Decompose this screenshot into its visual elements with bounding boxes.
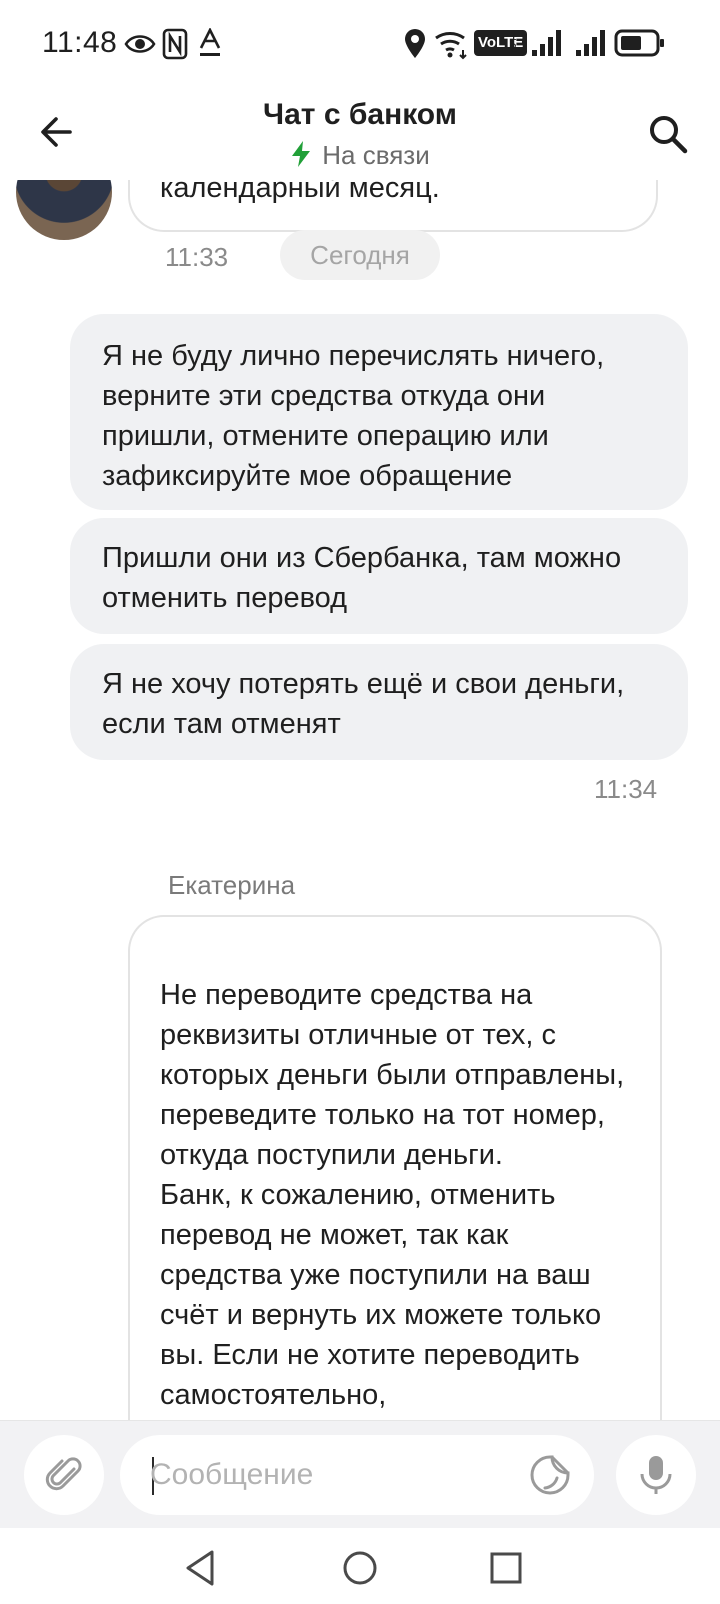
online-status-label: На связи xyxy=(322,140,430,170)
status-bar: 11:48 VoLTE 1 2 xyxy=(0,0,720,88)
operator-avatar xyxy=(16,180,112,240)
online-status: На связи xyxy=(0,140,720,171)
sticker-button[interactable] xyxy=(526,1451,574,1499)
signal-sim1-icon xyxy=(532,30,561,56)
battery-icon xyxy=(614,29,664,57)
message-time: 11:33 xyxy=(165,242,229,272)
message-text: Не переводите средства на реквизиты отли… xyxy=(160,979,625,1411)
paperclip-icon xyxy=(45,1457,82,1491)
outgoing-message[interactable]: Я не хочу потерять ещё и свои деньги, ес… xyxy=(70,644,688,760)
status-time: 11:48 xyxy=(42,26,118,59)
message-text: календарный месяц. xyxy=(160,180,440,204)
outgoing-message[interactable]: Пришли они из Сбербанка, там можно отмен… xyxy=(70,518,688,634)
attach-button[interactable] xyxy=(24,1435,104,1515)
sim-slots: 1 2 xyxy=(510,29,517,55)
message-input[interactable] xyxy=(150,1435,510,1515)
message-input-container[interactable] xyxy=(120,1435,594,1515)
message-time: 11:34 xyxy=(594,774,658,804)
circle-home-icon xyxy=(343,1551,377,1585)
signal-sim2-icon xyxy=(576,30,605,56)
square-recents-icon xyxy=(490,1552,522,1584)
outgoing-message[interactable]: Я не буду лично перечислять ничего, верн… xyxy=(70,314,688,510)
sticker-icon xyxy=(530,1455,570,1495)
message-text: Пришли они из Сбербанка, там можно отмен… xyxy=(102,542,622,614)
nfc-icon xyxy=(162,28,188,60)
operator-name: Екатерина xyxy=(168,870,296,900)
message-composer xyxy=(0,1420,720,1528)
chat-messages[interactable]: календарный месяц. 11:33 Сегодня Я не бу… xyxy=(0,180,720,1420)
message-text: Я не хочу потерять ещё и свои деньги, ес… xyxy=(102,668,625,740)
incoming-message: календарный месяц. xyxy=(128,180,658,232)
chat-header: Чат с банком На связи xyxy=(0,88,720,180)
message-text: Я не буду лично перечислять ничего, верн… xyxy=(102,340,605,492)
location-icon xyxy=(405,29,425,58)
eye-icon xyxy=(124,35,156,53)
voice-message-button[interactable] xyxy=(616,1435,696,1515)
search-icon xyxy=(650,116,688,154)
chat-title: Чат с банком xyxy=(263,98,457,131)
system-navigation-bar xyxy=(0,1528,720,1604)
triangle-back-icon xyxy=(186,1550,214,1586)
date-divider: Сегодня xyxy=(280,230,440,280)
lightning-icon xyxy=(292,141,311,167)
search-button[interactable] xyxy=(642,108,694,160)
nav-back-button[interactable] xyxy=(174,1542,226,1594)
incoming-message[interactable]: Не переводите средства на реквизиты отли… xyxy=(128,915,662,1420)
nav-recents-button[interactable] xyxy=(480,1542,532,1594)
microphone-icon xyxy=(640,1456,672,1494)
wifi-icon xyxy=(435,31,467,60)
nav-home-button[interactable] xyxy=(334,1542,386,1594)
font-a-icon xyxy=(199,28,221,56)
